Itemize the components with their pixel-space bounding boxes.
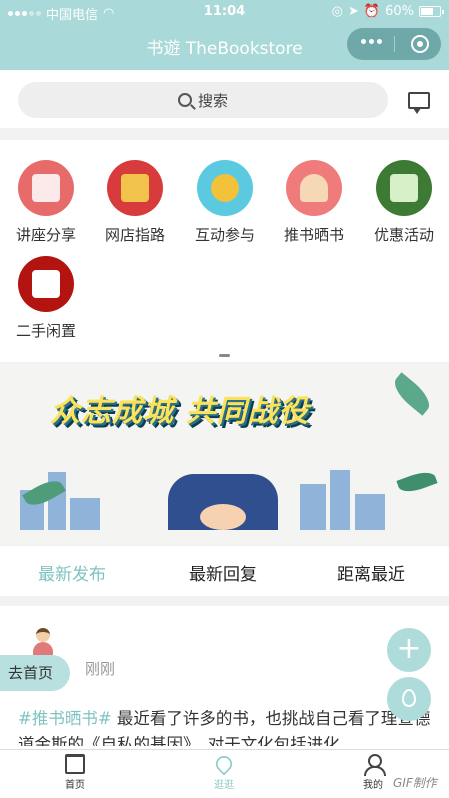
store-icon (107, 160, 163, 216)
tab-latest[interactable]: 最新发布 (38, 560, 106, 585)
battery-percent: 60% (385, 4, 414, 19)
menu-item-store[interactable]: 网店指路 (90, 160, 180, 245)
alarm-icon: ⏰ (363, 4, 381, 19)
menu-item-coupon[interactable]: 优惠活动 (359, 160, 449, 245)
nav-label: 首页 (65, 780, 85, 791)
post-time: 刚刚 (85, 660, 116, 678)
orientation-lock-icon: ◎ (331, 4, 343, 19)
building-illustration (330, 470, 350, 530)
promo-banner[interactable]: 众志成城 共同战役 (0, 364, 449, 544)
tab-nearby[interactable]: 距离最近 (337, 560, 405, 585)
building-illustration (70, 498, 100, 530)
building-illustration (300, 484, 326, 530)
battery-icon (419, 6, 444, 17)
reader-icon (286, 160, 342, 216)
go-home-button[interactable]: 去首页 (0, 655, 70, 691)
status-bar: 中国电信 ◠ 11:04 ◎ ➤ ⏰ 60% (0, 0, 449, 24)
menu-item-label: 互动参与 (194, 226, 255, 244)
search-icon (177, 93, 192, 107)
menu-item-label: 网店指路 (104, 226, 165, 244)
lecture-icon (18, 160, 74, 216)
watermark: GIF制作 (393, 776, 437, 790)
status-right: ◎ ➤ ⏰ 60% (331, 4, 444, 19)
nav-item-home[interactable]: 首页 (40, 754, 110, 791)
avatar[interactable] (30, 628, 56, 658)
interact-icon (197, 160, 253, 216)
menu-scroll-indicator[interactable] (219, 354, 230, 357)
building-illustration (355, 494, 385, 530)
post-tag[interactable]: #推书晒书# (18, 709, 112, 728)
drop-action-button[interactable] (387, 677, 431, 721)
menu-item-secondhand[interactable]: 二手闲置 (1, 256, 91, 341)
location-arrow-icon: ➤ (348, 4, 359, 19)
post-content[interactable]: #推书晒书# 最近看了许多的书，也挑战自己看了理查德道金斯的《自私的基因》，对于… (18, 706, 438, 746)
menu-item-lecture[interactable]: 讲座分享 (1, 160, 91, 245)
message-icon[interactable] (408, 92, 430, 114)
search-input[interactable]: 搜索 (18, 82, 388, 118)
capsule-divider (394, 36, 395, 52)
nav-label: 逛逛 (214, 780, 234, 791)
mini-program-capsule[interactable] (347, 28, 441, 60)
menu-item-reader[interactable]: 推书晒书 (269, 160, 359, 245)
tab-replies[interactable]: 最新回复 (189, 560, 257, 585)
category-menu: 讲座分享 网店指路 互动参与 推书晒书 优惠活动 二手闲置 (0, 140, 449, 362)
home-icon (65, 754, 85, 774)
leaf-illustration (396, 467, 438, 497)
more-icon[interactable] (361, 39, 382, 44)
user-icon (363, 754, 386, 776)
location-icon (212, 752, 236, 776)
menu-item-interact[interactable]: 互动参与 (180, 160, 270, 245)
menu-item-label: 讲座分享 (15, 226, 76, 244)
drop-icon (402, 689, 416, 707)
leaf-illustration (388, 372, 436, 416)
search-area: 搜索 (0, 70, 449, 128)
face-illustration (200, 504, 246, 530)
menu-item-label: 二手闲置 (15, 322, 76, 340)
bottom-nav: 首页 逛逛 我的 (0, 749, 449, 798)
secondhand-icon (18, 256, 74, 312)
top-header: 中国电信 ◠ 11:04 ◎ ➤ ⏰ 60% 书遊 TheBookstore (0, 0, 449, 70)
coupon-icon (376, 160, 432, 216)
nav-item-explore[interactable]: 逛逛 (189, 752, 259, 791)
feed-tabs: 最新发布 最新回复 距离最近 (0, 546, 449, 596)
close-target-icon[interactable] (411, 35, 429, 53)
banner-slogan: 众志成城 共同战役 (50, 394, 310, 429)
add-post-button[interactable]: + (387, 628, 431, 672)
menu-item-label: 优惠活动 (373, 226, 434, 244)
search-placeholder: 搜索 (197, 91, 228, 110)
menu-item-label: 推书晒书 (283, 226, 344, 244)
